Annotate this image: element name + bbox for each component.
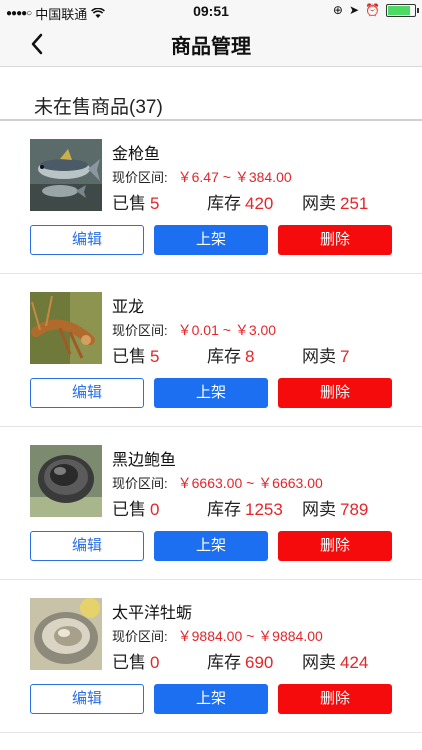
edit-button[interactable]: 编辑 (30, 684, 144, 714)
price-value: ￥6663.00 ~ ￥6663.00 (177, 475, 323, 491)
sold-label: 已售 (112, 653, 146, 672)
online-count: 7 (340, 347, 350, 366)
delete-button[interactable]: 删除 (278, 378, 392, 408)
stock-stat: 库存 8 (207, 342, 254, 367)
section-title: 未在售商品(37) (34, 97, 163, 118)
price-value: ￥9884.00 ~ ￥9884.00 (177, 628, 323, 644)
product-image (30, 445, 102, 517)
stats-row: 已售 5 库存 420 网卖 251 (112, 189, 412, 213)
sold-stat: 已售 5 (112, 189, 159, 214)
online-label: 网卖 (302, 194, 336, 213)
battery-level (388, 5, 410, 15)
stock-count: 690 (245, 653, 274, 672)
price-label: 现价区间: (112, 629, 168, 644)
stock-stat: 库存 690 (207, 648, 273, 673)
sold-label: 已售 (112, 194, 146, 213)
price-label: 现价区间: (112, 323, 168, 338)
status-bar: ●●●●○ 中国联通 09:51 ⊕ ➤ ⏰ (0, 0, 422, 22)
edit-button[interactable]: 编辑 (30, 378, 144, 408)
edit-button[interactable]: 编辑 (30, 531, 144, 561)
product-name: 金枪鱼 (112, 146, 161, 163)
online-label: 网卖 (302, 500, 336, 519)
battery-icon (386, 3, 419, 17)
product-name: 黑边鲍鱼 (112, 452, 177, 469)
stock-count: 1253 (245, 500, 283, 519)
price-range: 现价区间: ￥6663.00 ~ ￥6663.00 (112, 473, 323, 493)
online-count: 251 (340, 194, 369, 213)
stock-label: 库存 (207, 194, 241, 213)
page-title: 商品管理 (171, 36, 251, 58)
sold-count: 5 (150, 347, 160, 366)
list-button[interactable]: 上架 (154, 684, 268, 714)
price-range: 现价区间: ￥9884.00 ~ ￥9884.00 (112, 626, 323, 646)
stats-row: 已售 0 库存 690 网卖 424 (112, 648, 412, 672)
online-stat: 网卖 251 (302, 189, 368, 214)
section-header: 未在售商品(37) (0, 67, 422, 121)
online-stat: 网卖 789 (302, 495, 368, 520)
stock-stat: 库存 420 (207, 189, 273, 214)
sold-count: 0 (150, 500, 160, 519)
sold-count: 0 (150, 653, 160, 672)
delete-button[interactable]: 删除 (278, 531, 392, 561)
list-button[interactable]: 上架 (154, 531, 268, 561)
price-range: 现价区间: ￥6.47 ~ ￥384.00 (112, 167, 292, 187)
stock-count: 420 (245, 194, 274, 213)
online-stat: 网卖 424 (302, 648, 368, 673)
price-value: ￥6.47 ~ ￥384.00 (177, 169, 292, 185)
product-item: 金枪鱼 现价区间: ￥6.47 ~ ￥384.00 已售 5 库存 420 网卖 251… (0, 121, 422, 274)
online-stat: 网卖 7 (302, 342, 349, 367)
product-item: 亚龙 现价区间: ￥0.01 ~ ￥3.00 已售 5 库存 8 网卖 7 编辑 上架 … (0, 274, 422, 427)
online-count: 789 (340, 500, 369, 519)
product-name: 亚龙 (112, 299, 145, 316)
stock-label: 库存 (207, 500, 241, 519)
list-button[interactable]: 上架 (154, 225, 268, 255)
sold-stat: 已售 0 (112, 495, 159, 520)
delete-button[interactable]: 删除 (278, 684, 392, 714)
product-image (30, 139, 102, 211)
sold-label: 已售 (112, 500, 146, 519)
location-icon: ➤ (348, 3, 360, 17)
product-image (30, 598, 102, 670)
status-icons: ⊕ ➤ ⏰ (332, 3, 419, 17)
price-label: 现价区间: (112, 170, 168, 185)
product-name: 太平洋牡蛎 (112, 605, 193, 622)
stats-row: 已售 5 库存 8 网卖 7 (112, 342, 412, 366)
product-item: 黑边鲍鱼 现价区间: ￥6663.00 ~ ￥6663.00 已售 0 库存 1253… (0, 427, 422, 580)
stock-stat: 库存 1253 (207, 495, 283, 520)
product-image (30, 292, 102, 364)
sold-stat: 已售 0 (112, 648, 159, 673)
stock-label: 库存 (207, 347, 241, 366)
stock-label: 库存 (207, 653, 241, 672)
online-label: 网卖 (302, 653, 336, 672)
price-label: 现价区间: (112, 476, 168, 491)
sold-label: 已售 (112, 347, 146, 366)
stock-count: 8 (245, 347, 255, 366)
stats-row: 已售 0 库存 1253 网卖 789 (112, 495, 412, 519)
sold-count: 5 (150, 194, 160, 213)
price-range: 现价区间: ￥0.01 ~ ￥3.00 (112, 320, 276, 340)
alarm-icon: ⏰ (365, 3, 380, 17)
sold-stat: 已售 5 (112, 342, 159, 367)
online-label: 网卖 (302, 347, 336, 366)
navigation-bar: 商品管理 (0, 22, 422, 67)
product-item: 太平洋牡蛎 现价区间: ￥9884.00 ~ ￥9884.00 已售 0 库存 690… (0, 580, 422, 733)
edit-button[interactable]: 编辑 (30, 225, 144, 255)
online-count: 424 (340, 653, 369, 672)
list-button[interactable]: 上架 (154, 378, 268, 408)
lock-rotation-icon: ⊕ (332, 3, 343, 17)
delete-button[interactable]: 删除 (278, 225, 392, 255)
price-value: ￥0.01 ~ ￥3.00 (177, 322, 277, 338)
